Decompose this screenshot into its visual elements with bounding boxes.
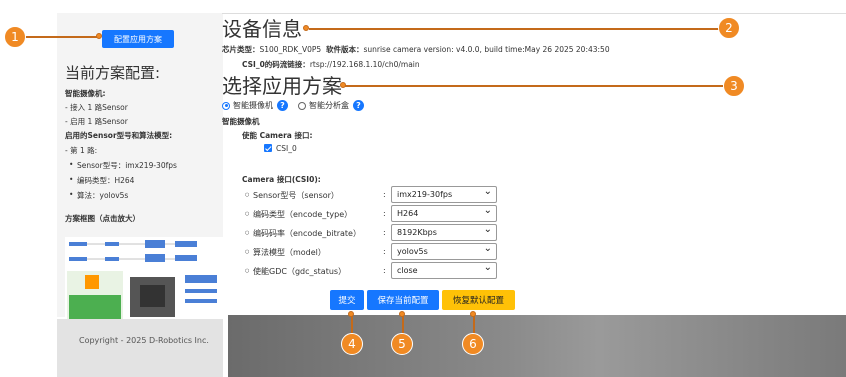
callout-dot xyxy=(399,311,405,317)
callout-dot xyxy=(340,82,346,88)
stream-info: CSI_0的码流链接：rtsp://192.168.1.10/ch0/main xyxy=(242,59,420,70)
callout-dot xyxy=(303,25,309,31)
sidebar: 配置应用方案 当前方案配置: 智能摄像机: - 接入 1 路Sensor - 启… xyxy=(57,13,223,322)
radio-smart-box[interactable] xyxy=(298,101,306,110)
callout-dot xyxy=(348,311,354,317)
callout-dot xyxy=(96,33,102,39)
sensor-field-label: Sensor型号（sensor） xyxy=(245,190,339,201)
chip-value: S100_RDK_V0P5 xyxy=(259,45,322,54)
footer: Copyright - 2025 D-Robotics Inc. xyxy=(57,319,223,377)
solution-diagram-image[interactable] xyxy=(65,237,223,322)
model-select[interactable]: yolov5s xyxy=(391,241,497,260)
help-icon[interactable]: ? xyxy=(353,100,364,111)
smart-camera-label[interactable]: 智能摄像机 xyxy=(233,100,273,111)
callout-badge: 3 xyxy=(723,75,745,97)
callout-badge: 5 xyxy=(391,333,413,355)
reset-default-button[interactable]: 恢复默认配置 xyxy=(442,290,515,310)
callout-line xyxy=(345,85,723,87)
app-mode-radios: 智能摄像机 ? 智能分析盒 ? xyxy=(222,100,374,111)
diagram-title: 方案框图（点击放大） xyxy=(65,214,140,223)
bitrate-field-label: 编码码率（encode_bitrate） xyxy=(245,228,361,239)
sensor-model-item: Sensor型号：imx219-30fps xyxy=(69,160,177,171)
algorithm-item: 算法：yolov5s xyxy=(69,190,128,201)
gdc-select[interactable]: close xyxy=(391,260,497,279)
gdc-field-label: 使能GDC（gdc_status） xyxy=(245,266,346,277)
chip-info: 芯片类型：S100_RDK_V0P5 软件版本：sunrise camera v… xyxy=(222,44,610,55)
config-app-button[interactable]: 配置应用方案 xyxy=(102,30,174,48)
csi0-checkbox[interactable] xyxy=(264,144,272,152)
colon: : xyxy=(383,266,386,275)
callout-dot xyxy=(470,311,476,317)
model-title: 启用的Sensor型号和算法模型: xyxy=(65,131,173,140)
submit-button[interactable]: 提交 xyxy=(330,290,364,310)
help-icon[interactable]: ? xyxy=(277,100,288,111)
route-text: - 第 1 路: xyxy=(65,146,98,155)
stream-url: rtsp://192.168.1.10/ch0/main xyxy=(309,60,420,69)
copyright-text: Copyright - 2025 D-Robotics Inc. xyxy=(79,336,209,345)
encode-type-item: 编码类型：H264 xyxy=(69,175,135,186)
radio-smart-camera[interactable] xyxy=(222,101,230,110)
colon: : xyxy=(383,228,386,237)
colon: : xyxy=(383,247,386,256)
bitrate-select[interactable]: 8192Kbps xyxy=(391,222,497,241)
callout-badge: 1 xyxy=(4,26,26,48)
software-label: 软件版本： xyxy=(325,45,364,54)
diagram-graphic xyxy=(67,240,217,321)
encode-type-field-label: 编码类型（encode_type） xyxy=(245,209,352,220)
colon: : xyxy=(383,209,386,218)
current-config-heading: 当前方案配置: xyxy=(65,64,161,82)
callout-line xyxy=(24,36,99,38)
sensor-select[interactable]: imx219-30fps xyxy=(391,184,497,203)
callout-badge: 6 xyxy=(462,333,484,355)
csi0-label[interactable]: CSI_0 xyxy=(276,144,297,153)
section-title: 智能摄像机 xyxy=(222,117,260,126)
model-field-label: 算法模型（model） xyxy=(245,247,326,258)
colon: : xyxy=(383,190,386,199)
callout-badge: 4 xyxy=(341,333,363,355)
callout-line xyxy=(309,28,719,30)
sensor-enabled-text: - 启用 1 路Sensor xyxy=(65,117,128,126)
device-info-title: 设备信息 xyxy=(222,17,302,41)
smart-box-label[interactable]: 智能分析盒 xyxy=(309,100,349,111)
software-value: sunrise camera version: v4.0.0, build ti… xyxy=(363,45,610,54)
save-config-button[interactable]: 保存当前配置 xyxy=(367,290,439,310)
select-app-title: 选择应用方案 xyxy=(222,74,342,98)
callout-badge: 2 xyxy=(718,17,740,39)
camera-title: 智能摄像机: xyxy=(65,89,106,98)
top-divider xyxy=(222,13,846,14)
camera-interface-title: Camera 接口(CSI0): xyxy=(242,175,321,184)
chip-label: 芯片类型： xyxy=(222,45,260,54)
encode-type-select[interactable]: H264 xyxy=(391,203,497,222)
enable-camera-label: 使能 Camera 接口: xyxy=(242,131,313,140)
sensor-connected-text: - 接入 1 路Sensor xyxy=(65,103,128,112)
stream-label: CSI_0的码流链接： xyxy=(242,60,310,69)
camera-preview-image xyxy=(228,315,846,377)
